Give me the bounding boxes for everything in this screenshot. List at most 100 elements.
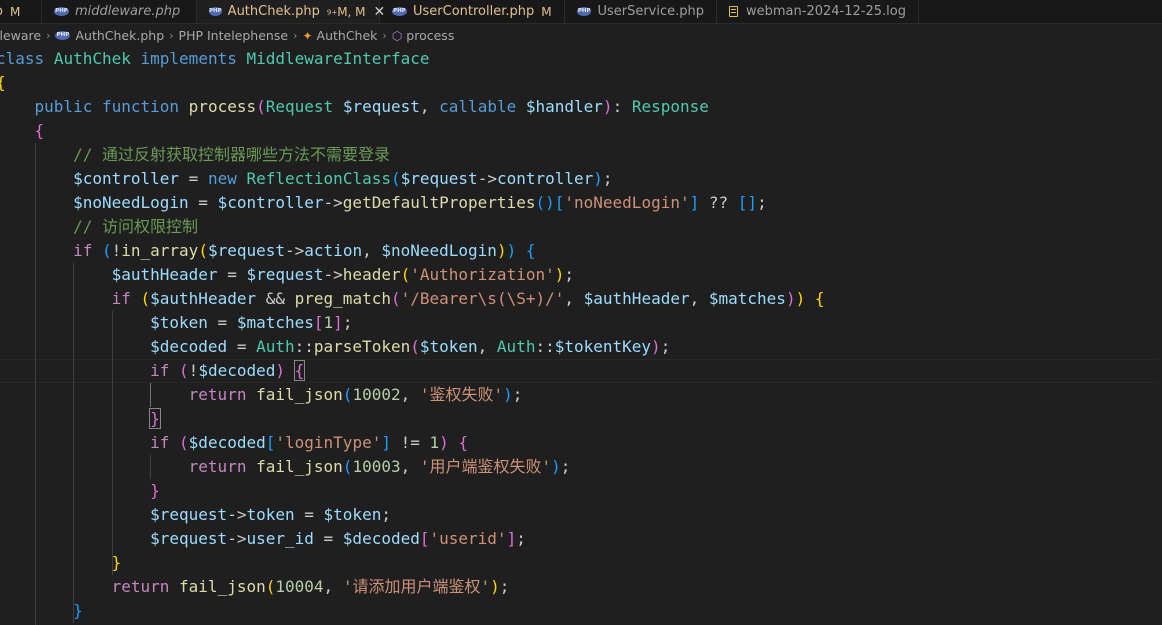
code-token: 'userid' <box>429 529 507 548</box>
breadcrumb-label: AuthChek.php <box>75 28 165 43</box>
tab-middleware[interactable]: PHP middleware.php <box>42 0 197 23</box>
code-token: class <box>0 49 45 68</box>
code-token: if <box>150 361 170 380</box>
code-line[interactable]: } <box>0 551 1158 575</box>
code-line[interactable]: $token = $matches[1]; <box>0 311 1158 335</box>
code-token: { <box>34 121 45 140</box>
php-file-icon: PHP <box>54 7 69 16</box>
tab-modified-badge: M <box>9 4 21 19</box>
code-token: ( <box>256 97 266 116</box>
code-token: ) <box>545 193 555 212</box>
code-token: if <box>111 289 131 308</box>
code-editor[interactable]: class AuthChek implements MiddlewareInte… <box>0 47 1162 625</box>
code-line[interactable]: } <box>0 479 1158 503</box>
code-line[interactable]: { <box>0 119 1158 143</box>
code-token: ) <box>602 97 613 116</box>
code-token: 'Authorization' <box>410 265 555 284</box>
code-token: if <box>73 241 93 260</box>
code-token: '鉴权失败' <box>419 385 504 404</box>
log-file-icon <box>729 6 738 17</box>
code-token: { <box>293 360 306 381</box>
tab-label: webman-2024-12-25.log <box>746 4 906 19</box>
breadcrumb-item-folder[interactable]: lleware <box>0 28 41 43</box>
code-token: 1 <box>323 313 334 332</box>
code-token: fail_json <box>256 385 343 404</box>
code-token: [ <box>554 193 565 212</box>
indent-guide <box>150 455 151 479</box>
php-file-icon: PHP <box>392 7 407 16</box>
code-line[interactable]: return fail_json(10003, '用户端鉴权失败'); <box>0 455 1158 479</box>
code-line[interactable]: public function process(Request $request… <box>0 95 1158 119</box>
code-token: // 通过反射获取控制器哪些方法不需要登录 <box>73 145 390 164</box>
code-token: function <box>101 97 180 116</box>
code-token: ) <box>496 241 507 260</box>
code-line[interactable]: } <box>0 407 1158 431</box>
tab-webman-log[interactable]: webman-2024-12-25.log <box>717 0 919 23</box>
code-line[interactable]: { <box>0 71 1158 95</box>
indent-guide <box>112 311 113 575</box>
code-token: ) <box>593 169 603 188</box>
code-line[interactable]: if ($authHeader && preg_match('/Bearer\s… <box>0 287 1158 311</box>
breadcrumb-item-class[interactable]: ✦ AuthChek <box>302 28 377 43</box>
code-line[interactable]: $request->token = $token; <box>0 503 1158 527</box>
code-token: $request <box>207 241 286 260</box>
code-token: callable <box>439 97 517 116</box>
code-line[interactable]: $authHeader = $request->header('Authoriz… <box>0 263 1158 287</box>
class-symbol-icon: ✦ <box>302 28 313 43</box>
code-token: ) <box>554 265 565 284</box>
chevron-right-icon: › <box>293 29 298 42</box>
code-token: 10004 <box>275 577 324 596</box>
code-token: action <box>304 241 363 260</box>
code-token: $authHeader <box>150 289 257 308</box>
code-token: $request <box>400 169 478 188</box>
tab-label: middleware.php <box>75 4 181 19</box>
code-token: // 访问权限控制 <box>73 217 198 236</box>
code-line[interactable]: // 通过反射获取控制器哪些方法不需要登录 <box>0 143 1158 167</box>
code-token: return <box>188 385 247 404</box>
code-token: 10003 <box>352 457 401 476</box>
tab-authchek[interactable]: PHP AuthChek.php 9+M, M ✕ <box>197 0 385 23</box>
code-token: fail_json <box>256 457 343 476</box>
code-token: token <box>246 505 295 524</box>
code-line[interactable]: $noNeedLogin = $controller->getDefaultPr… <box>0 191 1158 215</box>
code-line[interactable]: if ($decoded['loginType'] != 1) { <box>0 431 1158 455</box>
code-line[interactable]: $request->user_id = $decoded['userid']; <box>0 527 1158 551</box>
code-token: { <box>525 241 536 260</box>
code-token: $matches <box>708 289 786 308</box>
code-token: ] <box>333 313 343 332</box>
code-token: ( <box>265 577 276 596</box>
code-token: ( <box>390 169 401 188</box>
code-token: getDefaultProperties <box>342 193 536 212</box>
code-token: AuthChek <box>53 49 131 68</box>
code-token: $token <box>150 313 208 332</box>
code-line[interactable]: // 访问权限控制 <box>0 215 1158 239</box>
code-token: $request <box>342 97 420 116</box>
tab-o[interactable]: o M <box>0 0 42 23</box>
code-token: } <box>149 408 161 429</box>
tab-userservice[interactable]: PHP UserService.php <box>565 0 717 23</box>
code-token: $controller <box>73 169 180 188</box>
code-token: } <box>111 553 122 572</box>
breadcrumb-item-language[interactable]: PHP Intelephense <box>179 28 289 43</box>
code-token: $tokentKey <box>554 337 652 356</box>
code-token: ( <box>410 337 420 356</box>
code-line[interactable]: } <box>0 599 1158 623</box>
code-line[interactable]: return fail_json(10002, '鉴权失败'); <box>0 383 1158 407</box>
code-token: return <box>111 577 170 596</box>
breadcrumb-item-method[interactable]: ⬡ process <box>392 28 455 43</box>
code-token: 10002 <box>352 385 401 404</box>
code-line[interactable]: if (!$decoded) { <box>0 359 1158 383</box>
code-line[interactable]: $controller = new ReflectionClass($reque… <box>0 167 1158 191</box>
code-token: ] <box>506 529 517 548</box>
code-token: ( <box>535 193 546 212</box>
code-token: ( <box>179 361 189 380</box>
code-token: $decoded <box>342 529 420 548</box>
tab-usercontroller[interactable]: PHP UserController.php M <box>380 0 565 23</box>
code-line[interactable]: class AuthChek implements MiddlewareInte… <box>0 47 1158 71</box>
code-line[interactable]: $decoded = Auth::parseToken($token, Auth… <box>0 335 1158 359</box>
breadcrumb-item-file[interactable]: PHP AuthChek.php <box>55 28 164 43</box>
code-token: 'noNeedLogin' <box>564 193 690 212</box>
code-line[interactable]: if (!in_array($request->action, $noNeedL… <box>0 239 1158 263</box>
code-token: ) <box>795 289 806 308</box>
code-line[interactable]: return fail_json(10004, '请添加用户端鉴权'); <box>0 575 1158 599</box>
